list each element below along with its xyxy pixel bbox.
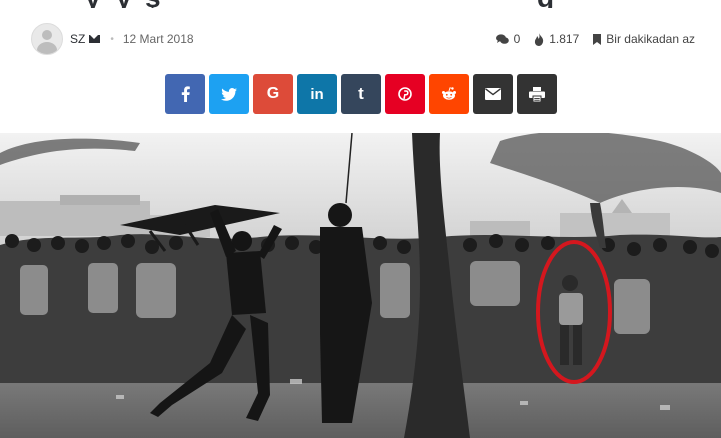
views-count: 1.817 bbox=[534, 32, 579, 46]
post-meta: SZ • 12 Mart 2018 0 1.817 Bir dakikadan … bbox=[31, 22, 695, 56]
author-avatar[interactable] bbox=[31, 23, 63, 55]
comments-count[interactable]: 0 bbox=[495, 32, 521, 46]
envelope-icon[interactable] bbox=[89, 35, 101, 43]
share-print-button[interactable] bbox=[517, 74, 557, 114]
tumblr-icon: t bbox=[358, 84, 364, 103]
share-email-button[interactable] bbox=[473, 74, 513, 114]
comments-icon bbox=[495, 33, 509, 44]
share-buttons: G in t bbox=[165, 74, 557, 114]
article-featured-image bbox=[0, 133, 721, 438]
comments-count-value: 0 bbox=[513, 32, 521, 46]
author-name[interactable]: SZ bbox=[70, 32, 85, 46]
share-tumblr-button[interactable]: t bbox=[341, 74, 381, 114]
separator-dot: • bbox=[110, 33, 114, 45]
share-pinterest-button[interactable] bbox=[385, 74, 425, 114]
share-facebook-button[interactable] bbox=[165, 74, 205, 114]
bookmark-icon bbox=[593, 33, 602, 45]
views-count-value: 1.817 bbox=[549, 32, 580, 46]
envelope-icon bbox=[485, 88, 501, 100]
facebook-icon bbox=[181, 86, 190, 102]
fire-icon bbox=[535, 32, 544, 46]
read-time-value: Bir dakikadan az bbox=[606, 32, 695, 46]
pinterest-icon bbox=[398, 87, 412, 101]
share-reddit-button[interactable] bbox=[429, 74, 469, 114]
google-icon: G bbox=[266, 85, 280, 102]
reddit-icon bbox=[442, 87, 456, 100]
share-linkedin-button[interactable]: in bbox=[297, 74, 337, 114]
post-date: 12 Mart 2018 bbox=[122, 32, 194, 46]
print-icon bbox=[529, 86, 545, 102]
article-title-cropped: y y ş g bbox=[0, 0, 721, 8]
twitter-icon bbox=[221, 87, 237, 101]
share-twitter-button[interactable] bbox=[209, 74, 249, 114]
read-time: Bir dakikadan az bbox=[593, 32, 695, 46]
share-google-button[interactable]: G bbox=[253, 74, 293, 114]
linkedin-icon: in bbox=[310, 85, 324, 103]
